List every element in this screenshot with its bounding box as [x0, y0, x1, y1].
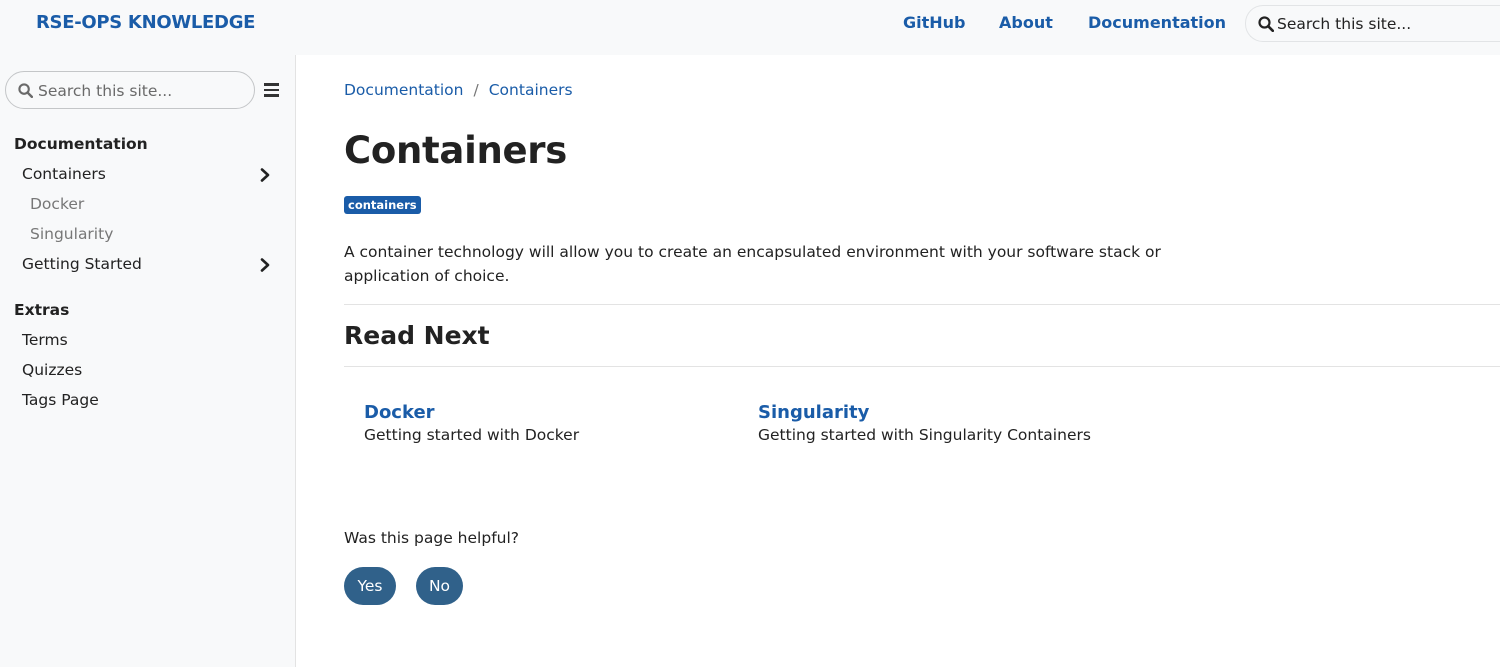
read-next-card-docker: Docker Getting started with Docker	[364, 402, 579, 444]
nav-link-about[interactable]: About	[999, 13, 1053, 32]
page-lead: A container technology will allow you to…	[344, 243, 1161, 285]
card-description: Getting started with Singularity Contain…	[758, 426, 1091, 444]
chevron-right-icon[interactable]	[260, 168, 270, 182]
page-title: Containers	[344, 129, 567, 172]
sidebar-item-quizzes[interactable]: Quizzes	[22, 361, 82, 379]
nav-link-documentation[interactable]: Documentation	[1088, 13, 1226, 32]
sidebar-item-getting-started[interactable]: Getting Started	[22, 255, 142, 273]
search-icon	[1258, 16, 1274, 32]
card-description: Getting started with Docker	[364, 426, 580, 444]
sidebar-item-terms[interactable]: Terms	[22, 331, 68, 349]
sidebar-section-documentation[interactable]: Documentation	[14, 135, 148, 153]
feedback-yes-button[interactable]: Yes	[344, 567, 396, 605]
sidebar-search-input[interactable]	[38, 79, 248, 103]
sidebar-item-containers[interactable]: Containers	[22, 165, 106, 183]
sidebar: Documentation Containers Docker Singular…	[0, 55, 296, 667]
read-next-heading: Read Next	[344, 321, 490, 350]
top-navbar: RSE-OPS KNOWLEDGE GitHub About Documenta…	[0, 0, 1500, 55]
chevron-right-icon[interactable]	[260, 258, 270, 272]
sidebar-search-box	[5, 71, 255, 109]
sidebar-subitem-singularity[interactable]: Singularity	[30, 225, 113, 243]
breadcrumb-containers[interactable]: Containers	[489, 81, 573, 99]
divider	[344, 366, 1500, 367]
main-content: Documentation / Containers Containers cont…	[296, 55, 1500, 667]
nav-link-github[interactable]: GitHub	[903, 13, 966, 32]
feedback-question: Was this page helpful?	[344, 529, 520, 547]
divider	[344, 304, 1500, 305]
breadcrumb-documentation[interactable]: Documentation	[344, 81, 464, 99]
sidebar-section-extras[interactable]: Extras	[14, 301, 69, 319]
breadcrumb-separator: /	[473, 81, 479, 99]
sidebar-item-tags-page[interactable]: Tags Page	[22, 391, 99, 409]
card-title-singularity[interactable]: Singularity	[758, 402, 1091, 423]
tag-badge[interactable]: containers	[344, 196, 421, 214]
top-search-input[interactable]	[1277, 12, 1497, 36]
card-title-docker[interactable]: Docker	[364, 402, 579, 423]
search-icon	[18, 83, 33, 98]
brand-logo-link[interactable]: RSE-OPS KNOWLEDGE	[36, 12, 255, 33]
feedback-no-button[interactable]: No	[416, 567, 463, 605]
sidebar-subitem-docker[interactable]: Docker	[30, 195, 84, 213]
read-next-card-singularity: Singularity Getting started with Singula…	[758, 402, 1091, 444]
breadcrumb: Documentation / Containers	[344, 81, 573, 99]
hamburger-icon[interactable]	[264, 83, 279, 97]
top-search-box	[1245, 5, 1500, 42]
